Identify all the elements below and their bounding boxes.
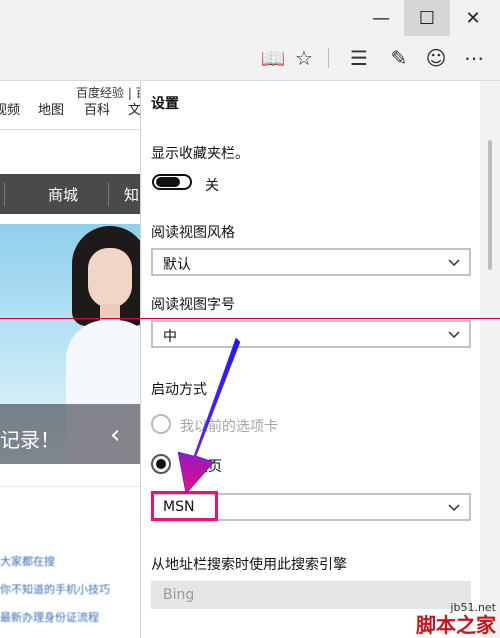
radio-specific-page[interactable]	[151, 454, 171, 474]
maximize-button[interactable]: ☐	[404, 0, 450, 36]
article-link[interactable]: 最新办理身份证流程	[0, 609, 99, 625]
web-page-content: 百度经验 | 百 视频 地图 百科 文 商城 知 记录！ ‹ 大家都在搜 你不知…	[0, 81, 140, 638]
nav-item[interactable]: 百科	[84, 99, 110, 118]
settings-title: 设置	[151, 96, 179, 112]
chevron-down-icon	[448, 504, 460, 512]
search-engine-label: 从地址栏搜索时使用此搜索引擎	[151, 557, 347, 573]
toolbar-divider	[328, 48, 329, 68]
browser-toolbar: 📖 ☆ ☰ ✎ ☺ ⋯	[0, 36, 500, 81]
article-link[interactable]: 你不知道的手机小技巧	[0, 581, 110, 597]
category-bar: 商城 知	[0, 174, 140, 214]
annotation-red-line	[0, 318, 500, 319]
web-note-icon[interactable]: ✎	[384, 44, 414, 72]
radio-previous-tabs-label: 我以前的选项卡	[180, 419, 278, 435]
feedback-smile-icon[interactable]: ☺	[421, 44, 451, 72]
chevron-down-icon	[448, 331, 460, 339]
reading-font-value: 中	[163, 329, 177, 345]
reading-style-dropdown[interactable]: 默认	[151, 248, 471, 276]
title-bar: — ☐ ✕	[0, 0, 500, 36]
hub-icon[interactable]: ☰	[344, 44, 374, 72]
more-icon[interactable]: ⋯	[459, 44, 489, 72]
toggle-knob	[156, 177, 180, 187]
toggle-state-label: 关	[205, 178, 219, 194]
banner-caption-text: 记录！	[0, 428, 60, 452]
divider	[0, 486, 140, 487]
article-link[interactable]: 大家都在搜	[0, 553, 55, 569]
category-item[interactable]: 知	[124, 184, 139, 205]
nav-item[interactable]: 文	[128, 99, 140, 118]
favorites-bar-label: 显示收藏夹栏。	[151, 146, 249, 162]
reading-style-label: 阅读视图风格	[151, 225, 235, 241]
close-button[interactable]: ✕	[450, 0, 496, 36]
banner-image[interactable]: 记录！ ‹	[0, 224, 140, 464]
favorite-star-icon[interactable]: ☆	[289, 44, 319, 72]
reading-style-value: 默认	[163, 257, 191, 273]
favorites-bar-toggle[interactable]	[152, 174, 192, 190]
chevron-left-icon[interactable]: ‹	[110, 420, 120, 450]
search-engine-value: Bing	[163, 587, 195, 603]
nav-item[interactable]: 视频	[0, 99, 20, 118]
category-item[interactable]: 商城	[48, 184, 78, 205]
watermark-name: 脚本之家	[416, 613, 496, 637]
divider	[4, 182, 5, 206]
radio-previous-tabs[interactable]	[151, 414, 171, 434]
divider	[0, 129, 140, 130]
minimize-button[interactable]: —	[358, 0, 404, 36]
nav-item[interactable]: 地图	[38, 99, 64, 118]
radio-specific-page-label: 特定页	[180, 459, 222, 475]
startup-label: 启动方式	[151, 382, 207, 398]
person-face	[88, 248, 132, 308]
reading-view-icon[interactable]: 📖	[258, 44, 288, 72]
scrollbar-thumb[interactable]	[488, 140, 492, 270]
watermark: jb51.net 脚本之家	[416, 602, 496, 637]
annotation-highlight-box	[151, 491, 218, 521]
chevron-down-icon	[448, 259, 460, 267]
reading-font-dropdown[interactable]: 中	[151, 320, 471, 348]
divider	[108, 182, 109, 206]
reading-font-label: 阅读视图字号	[151, 297, 235, 313]
